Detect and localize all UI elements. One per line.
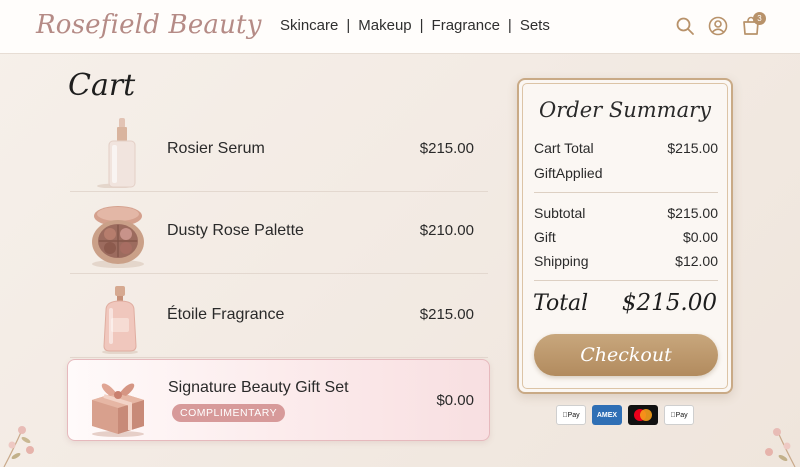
item-name: Étoile Fragrance <box>167 306 285 323</box>
total-label: Total <box>533 291 589 316</box>
gift-label: Gift <box>534 229 556 245</box>
gift-line: Gift $0.00 <box>534 229 718 245</box>
item-name: Rosier Serum <box>167 140 265 157</box>
nav-separator: | <box>419 17 424 34</box>
cart-total-label: Cart Total <box>534 140 594 156</box>
account-icon[interactable] <box>707 15 729 37</box>
apple-pay-icon: Pay <box>664 405 694 425</box>
subtotal-line: Subtotal $215.00 <box>534 205 718 221</box>
serum-bottle-image <box>97 118 136 188</box>
site-header: Rosefield Beauty Skincare | Makeup | Fra… <box>0 0 800 54</box>
nav-skincare[interactable]: Skincare <box>280 17 338 34</box>
nav-fragrance[interactable]: Fragrance <box>432 17 500 34</box>
gift-applied-label: GiftApplied <box>534 165 603 181</box>
mastercard-logo <box>634 409 652 421</box>
shipping-line: Shipping $12.00 <box>534 253 718 269</box>
subtotal-value: $215.00 <box>667 205 718 221</box>
cart-title: Cart <box>68 68 136 103</box>
main-nav: Skincare | Makeup | Fragrance | Sets <box>280 17 550 34</box>
mastercard-icon <box>628 405 658 425</box>
order-summary-panel: Order Summary Cart Total $215.00 GiftApp… <box>517 78 733 394</box>
cart-item[interactable]: Étoile Fragrance $215.00 <box>70 276 488 358</box>
cart-item[interactable]: Dusty Rose Palette $210.00 <box>70 192 488 274</box>
nav-separator: | <box>507 17 512 34</box>
item-price: $215.00 <box>419 306 474 323</box>
floral-decoration <box>765 428 796 467</box>
apple-pay-label: Pay <box>562 411 579 419</box>
gift-set-item[interactable]: Signature Beauty Gift Set COMPLIMENTARY … <box>67 359 490 441</box>
checkout-button[interactable]: Checkout <box>534 334 718 376</box>
complimentary-badge: COMPLIMENTARY <box>172 404 286 422</box>
cart-count-badge: 3 <box>753 12 766 25</box>
apple-pay-icon: Pay <box>556 405 586 425</box>
gift-set-price: $0.00 <box>436 392 474 409</box>
order-summary-title: Order Summary <box>539 98 711 122</box>
brand-logo[interactable]: Rosefield Beauty <box>36 10 262 40</box>
gift-set-name: Signature Beauty Gift Set <box>168 379 349 396</box>
summary-divider <box>534 192 718 193</box>
item-name: Dusty Rose Palette <box>167 222 304 239</box>
gift-box-image <box>92 383 144 437</box>
subtotal-label: Subtotal <box>534 205 586 221</box>
summary-divider <box>534 280 718 281</box>
floral-decoration <box>3 426 34 467</box>
cart-item[interactable]: Rosier Serum $215.00 <box>70 110 488 192</box>
cart-total-line: Cart Total $215.00 <box>534 140 718 156</box>
amex-icon: AMEX <box>592 405 622 425</box>
amex-label: AMEX <box>596 411 618 419</box>
cart-total-value: $215.00 <box>667 140 718 156</box>
nav-makeup[interactable]: Makeup <box>358 17 411 34</box>
shipping-label: Shipping <box>534 253 589 269</box>
search-icon[interactable] <box>674 15 696 37</box>
compact-palette-image <box>92 206 144 268</box>
item-price: $215.00 <box>419 140 474 157</box>
gift-value: $0.00 <box>682 229 718 245</box>
gift-applied-line: GiftApplied <box>534 165 718 181</box>
item-price: $210.00 <box>419 222 474 239</box>
nav-sets[interactable]: Sets <box>520 17 550 34</box>
perfume-bottle-image <box>102 286 138 354</box>
shipping-value: $12.00 <box>675 253 718 269</box>
total-value: $215.00 <box>621 290 717 316</box>
nav-separator: | <box>346 17 351 34</box>
apple-pay-label: Pay <box>670 411 687 419</box>
